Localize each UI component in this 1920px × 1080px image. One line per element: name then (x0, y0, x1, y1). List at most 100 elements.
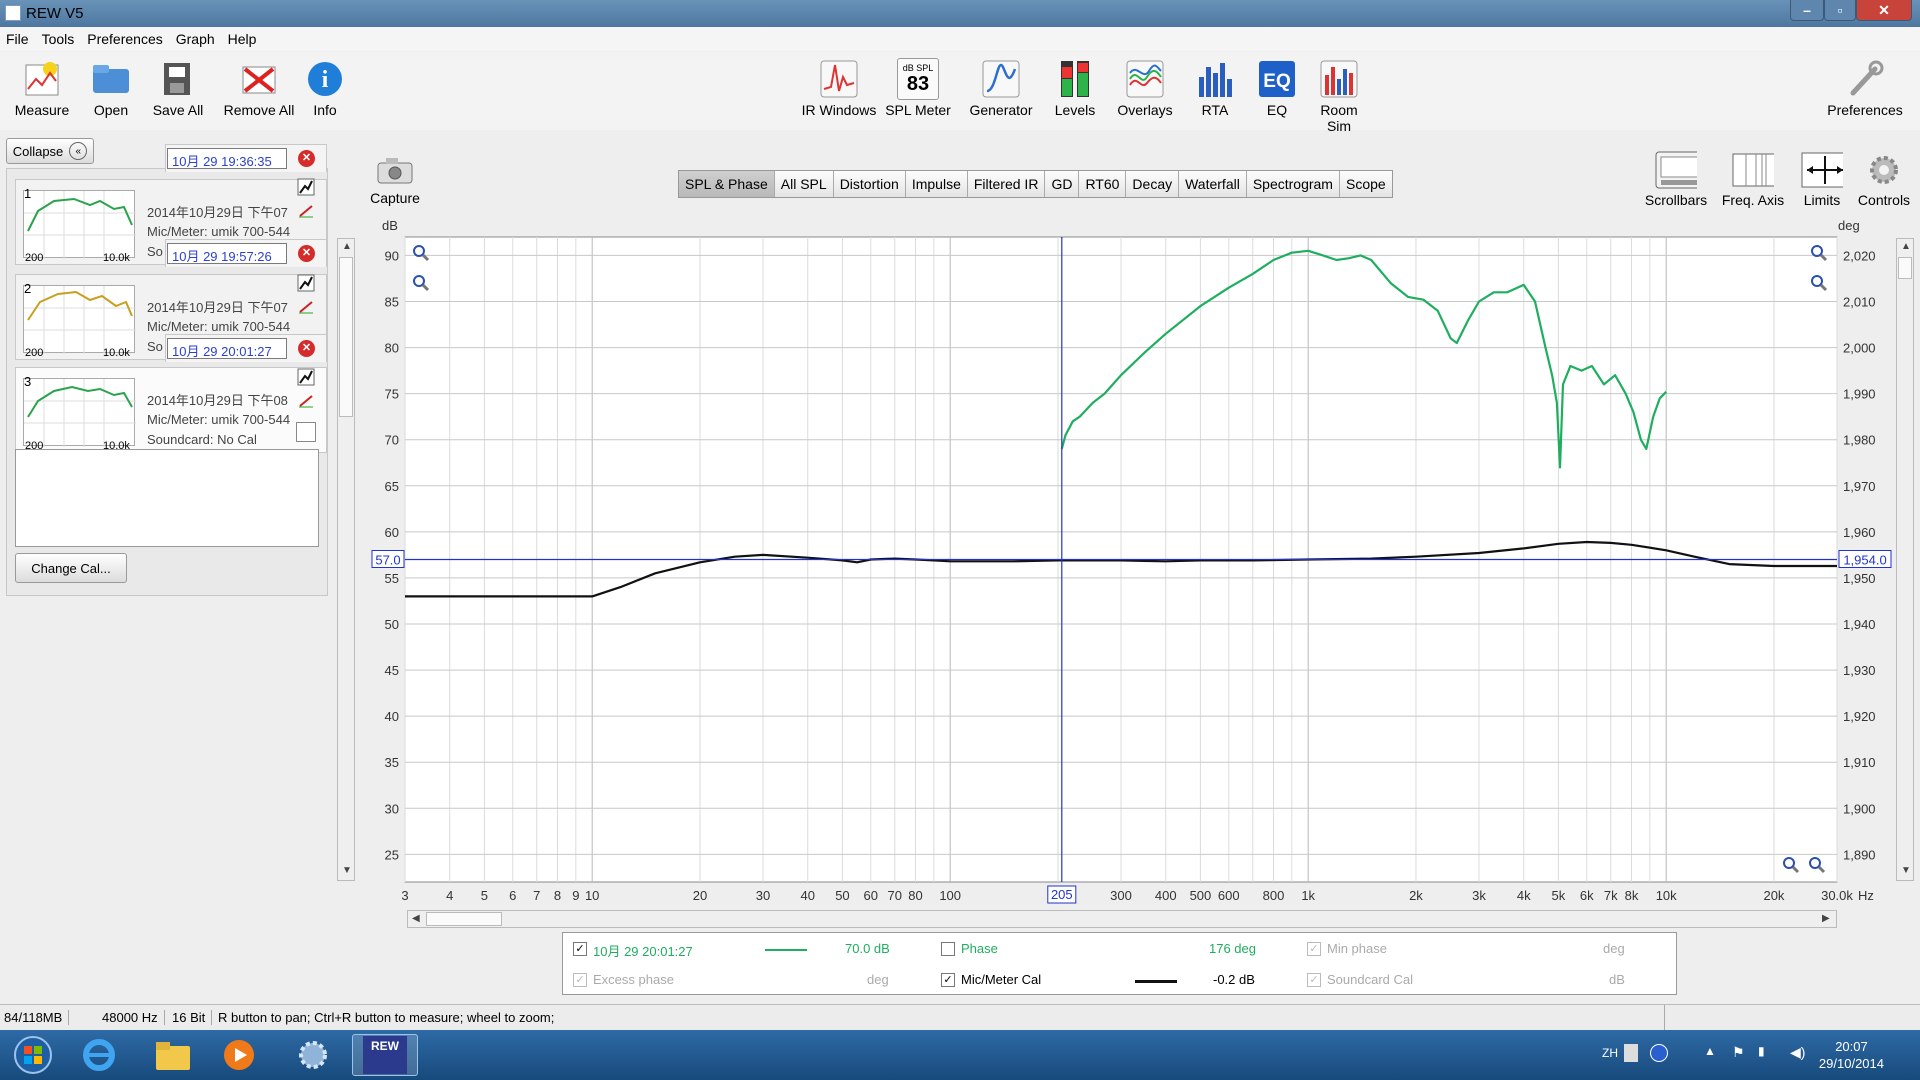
remove-measurement-icon[interactable]: ✕ (298, 340, 315, 357)
scroll-left-icon[interactable]: ◀ (412, 913, 420, 924)
menu-graph[interactable]: Graph (176, 31, 215, 47)
measure-button[interactable]: Measure (12, 58, 72, 118)
tab-rt60[interactable]: RT60 (1079, 171, 1127, 197)
measurement-tool-icon[interactable] (297, 274, 315, 292)
settings-app-icon[interactable] (288, 1034, 338, 1076)
remove-measurement-icon[interactable]: ✕ (298, 150, 315, 167)
rta-icon (1194, 58, 1236, 100)
flag-icon[interactable]: ⚑ (1732, 1044, 1745, 1061)
media-player-icon[interactable] (214, 1034, 264, 1076)
graph-vertical-scrollbar[interactable]: ▲ ▼ (1896, 238, 1914, 881)
scrollbars-button[interactable]: Scrollbars (1640, 150, 1712, 208)
explorer-icon[interactable] (148, 1034, 198, 1076)
phase-checkbox[interactable] (941, 942, 955, 956)
measurement-tool-icon[interactable] (297, 368, 315, 386)
measurement-name-3[interactable]: 10月 29 20:01:27 (167, 338, 287, 359)
y-right-tick-label: 2,000 (1843, 341, 1876, 356)
generator-button[interactable]: Generator (966, 58, 1036, 118)
tray-icon[interactable] (1624, 1044, 1638, 1062)
graph-horizontal-scrollbar[interactable]: ◀ ▶ (407, 910, 1837, 928)
tab-scope[interactable]: Scope (1339, 171, 1392, 197)
limits-button[interactable]: Limits (1796, 150, 1848, 208)
pencil-icon[interactable] (298, 204, 314, 218)
tab-impulse[interactable]: Impulse (905, 171, 968, 197)
measurement-tool-icon[interactable] (297, 178, 315, 196)
scroll-down-icon[interactable]: ▼ (1901, 865, 1911, 876)
measurement-name-1[interactable]: 10月 29 19:36:35 (167, 148, 287, 169)
rew-taskbar-button[interactable]: REW (352, 1034, 418, 1076)
ir-windows-button[interactable]: IR Windows (800, 58, 878, 118)
collapse-button[interactable]: Collapse « (6, 138, 94, 164)
language-indicator[interactable]: ZH (1602, 1046, 1618, 1060)
scroll-thumb[interactable] (426, 912, 502, 926)
save-all-button[interactable]: Save All (148, 58, 208, 118)
zoom-out-icon[interactable] (412, 274, 430, 292)
scroll-thumb[interactable] (1898, 257, 1912, 279)
show-hidden-icons[interactable]: ▲ (1704, 1044, 1716, 1058)
pencil-icon[interactable] (298, 394, 314, 408)
controls-button[interactable]: Controls (1852, 150, 1916, 208)
soundcard-cal-checkbox[interactable]: ✓ (1307, 973, 1321, 987)
tab-spectrogram[interactable]: Spectrogram (1246, 171, 1340, 197)
close-button[interactable]: ✕ (1856, 0, 1912, 21)
zoom-in-icon[interactable] (412, 244, 430, 262)
freq-axis-button[interactable]: Freq. Axis (1714, 150, 1792, 208)
info-button[interactable]: i Info (302, 58, 348, 118)
menu-tools[interactable]: Tools (42, 31, 75, 47)
zoom-x-in-icon[interactable] (1782, 856, 1800, 874)
min-phase-checkbox[interactable]: ✓ (1307, 942, 1321, 956)
preferences-button[interactable]: Preferences (1820, 58, 1910, 118)
tab-distortion[interactable]: Distortion (833, 171, 906, 197)
scroll-thumb[interactable] (339, 257, 353, 417)
excess-phase-checkbox[interactable]: ✓ (573, 973, 587, 987)
zoom-x-out-icon[interactable] (1808, 856, 1826, 874)
zoom-out-icon[interactable] (1810, 274, 1828, 292)
tab-all-spl[interactable]: All SPL (774, 171, 834, 197)
pencil-icon[interactable] (298, 300, 314, 314)
spl-meter-button[interactable]: dB SPL 83 SPL Meter (884, 58, 952, 118)
start-button[interactable] (8, 1034, 58, 1076)
measurement-panel: 1 200 10.0k 2014年10月29日 下午07 Mic/Meter: … (6, 168, 328, 596)
overlays-button[interactable]: Overlays (1112, 58, 1178, 118)
measurement-name-2[interactable]: 10月 29 19:57:26 (167, 243, 287, 264)
panel-scrollbar[interactable]: ▲ ▼ (337, 238, 355, 881)
soundcard-icon[interactable] (296, 422, 316, 442)
tab-filtered-ir[interactable]: Filtered IR (967, 171, 1046, 197)
scroll-down-icon[interactable]: ▼ (342, 865, 352, 876)
room-sim-button[interactable]: Room Sim (1308, 58, 1370, 134)
rta-button[interactable]: RTA (1192, 58, 1238, 118)
network-icon[interactable]: ▮ (1758, 1044, 1765, 1058)
maximize-button[interactable]: ▫ (1824, 0, 1856, 21)
tab-waterfall[interactable]: Waterfall (1179, 171, 1247, 197)
minimize-button[interactable]: – (1790, 0, 1824, 21)
mic-cal-checkbox[interactable]: ✓ (941, 973, 955, 987)
eq-button[interactable]: EQ EQ (1254, 58, 1300, 118)
y-left-tick-label: 75 (385, 387, 399, 402)
tab-gd[interactable]: GD (1045, 171, 1080, 197)
measurement-checkbox[interactable]: ✓ (573, 942, 587, 956)
scroll-up-icon[interactable]: ▲ (1901, 241, 1911, 252)
tab-spl-phase[interactable]: SPL & Phase (679, 171, 775, 197)
volume-icon[interactable]: ◀) (1790, 1044, 1805, 1061)
scroll-up-icon[interactable]: ▲ (342, 241, 352, 252)
remove-measurement-icon[interactable]: ✕ (298, 245, 315, 262)
change-cal-button[interactable]: Change Cal... (15, 553, 127, 583)
open-button[interactable]: Open (80, 58, 142, 118)
menu-help[interactable]: Help (228, 31, 257, 47)
remove-all-button[interactable]: Remove All (220, 58, 298, 118)
zoom-in-icon[interactable] (1810, 244, 1828, 262)
notes-area[interactable] (15, 449, 319, 547)
menu-file[interactable]: File (6, 31, 29, 47)
ie-icon[interactable] (74, 1034, 124, 1076)
measurement-item-3[interactable]: 3 200 10.0k 2014年10月29日 下午08 Mic/Meter: … (15, 367, 327, 453)
scroll-right-icon[interactable]: ▶ (1822, 913, 1830, 924)
window-title: REW V5 (26, 5, 84, 22)
help-tray-icon[interactable] (1650, 1044, 1668, 1062)
menu-preferences[interactable]: Preferences (87, 31, 162, 47)
clock[interactable]: 20:07 29/10/2014 (1819, 1038, 1884, 1072)
y-left-tick-label: 80 (385, 341, 399, 356)
capture-button[interactable]: Capture (362, 152, 428, 206)
tab-decay[interactable]: Decay (1126, 171, 1180, 197)
main-toolbar: Measure Open Save All Remove All i Info … (0, 52, 1920, 134)
levels-button[interactable]: Levels (1048, 58, 1102, 118)
